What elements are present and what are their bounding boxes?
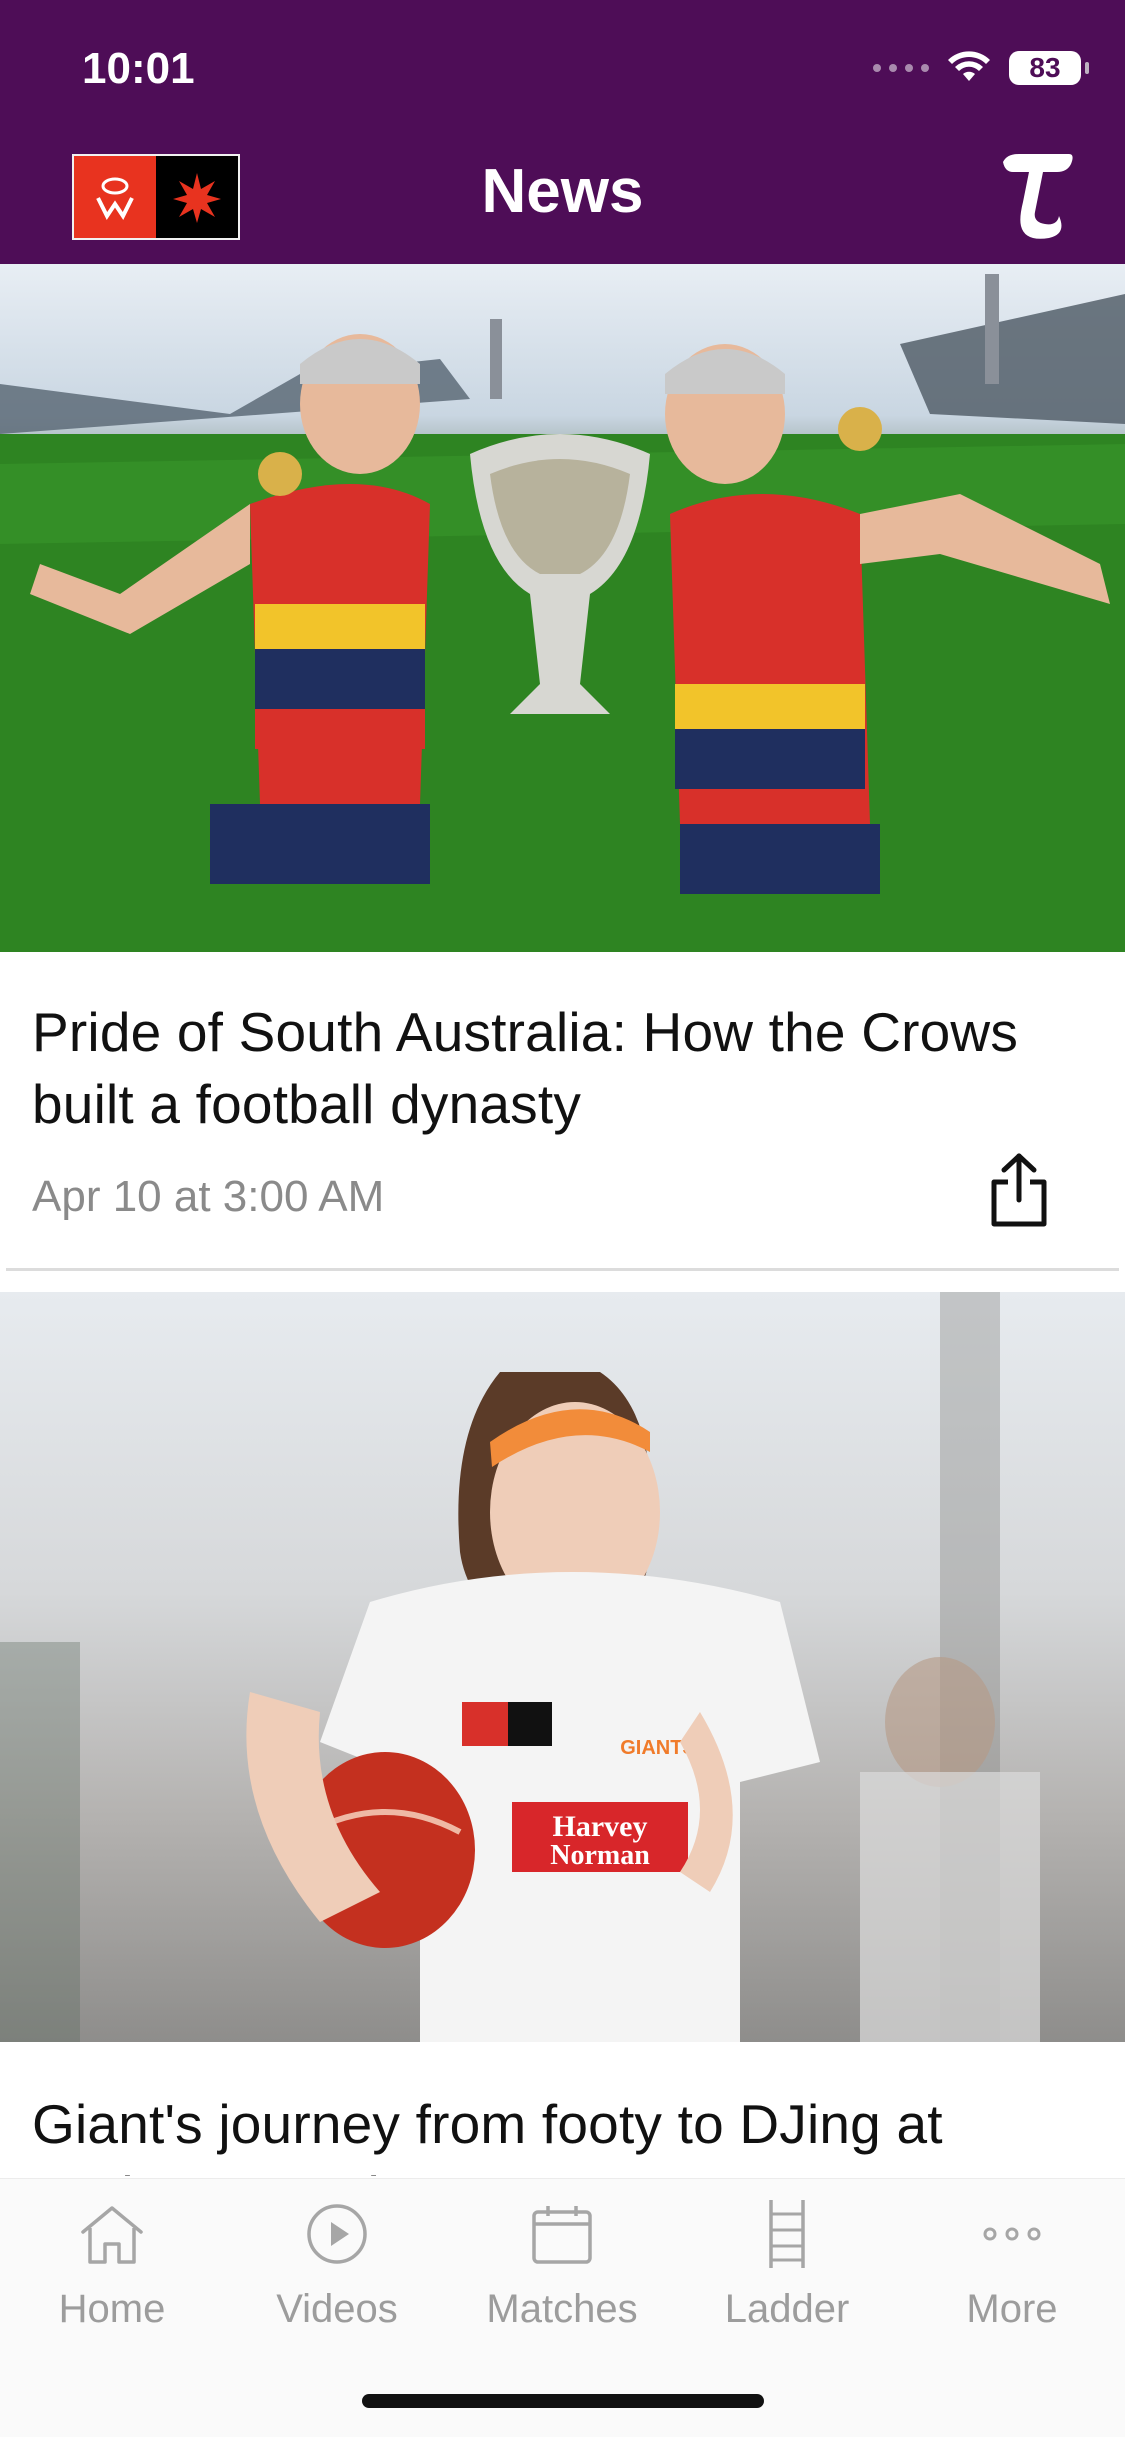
status-icons: 83 [873,46,1089,90]
article-hero-image[interactable] [0,264,1125,952]
battery-indicator: 83 [1009,51,1089,85]
article-hero-image[interactable]: Harvey Norman GIANTS [0,1292,1125,2042]
share-icon[interactable] [984,1150,1054,1230]
article-title[interactable]: Pride of South Australia: How the Crows … [32,996,1032,1140]
article-title[interactable]: Giant's journey from footy to DJing at G… [32,2088,1032,2176]
tab-matches-label: Matches [486,2287,638,2331]
more-icon [983,2227,1041,2241]
home-indicator[interactable] [362,2394,764,2408]
calendar-icon [532,2206,592,2264]
telstra-logo-icon[interactable] [999,150,1075,240]
play-icon [307,2204,367,2264]
tab-more-label: More [966,2287,1058,2331]
signal-icon [873,64,929,72]
tab-videos[interactable]: Videos [237,2199,437,2332]
tab-ladder[interactable]: Ladder [687,2199,887,2332]
tab-more[interactable]: More [912,2199,1112,2332]
tab-home[interactable]: Home [12,2199,212,2332]
page-title: News [481,157,644,226]
app-header: 10:01 83 News [0,0,1125,264]
tab-ladder-label: Ladder [724,2287,850,2331]
svg-text:Harvey: Harvey [553,1810,648,1843]
home-icon [81,2206,143,2264]
article-date: Apr 10 at 3:00 AM [32,1172,385,1221]
tab-videos-label: Videos [276,2287,398,2331]
article-divider [6,1268,1119,1271]
svg-text:Norman: Norman [550,1840,650,1871]
status-time: 10:01 [82,44,195,93]
ladder-icon [769,2200,805,2268]
tab-matches[interactable]: Matches [462,2199,662,2332]
wifi-icon [948,51,990,81]
tab-home-label: Home [58,2287,166,2331]
